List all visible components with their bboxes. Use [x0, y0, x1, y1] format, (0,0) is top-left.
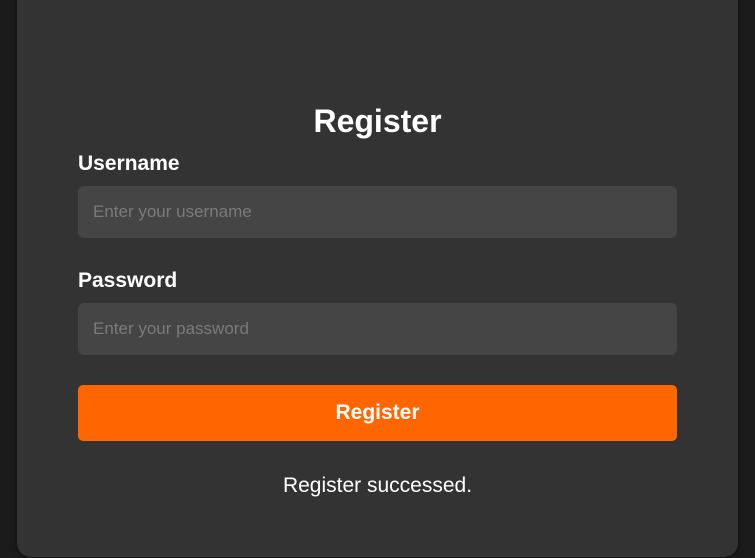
password-label: Password [78, 269, 178, 292]
username-input[interactable] [78, 186, 677, 238]
password-input[interactable] [78, 303, 677, 355]
page-title: Register [313, 103, 442, 139]
register-button[interactable]: Register [78, 385, 677, 441]
username-label: Username [78, 152, 180, 175]
status-message: Register successed. [282, 474, 473, 497]
